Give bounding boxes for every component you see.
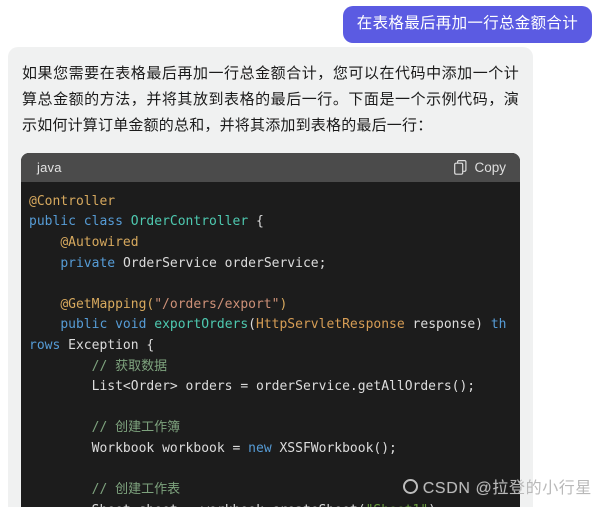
code-line: private OrderService orderService;	[21, 254, 520, 275]
code-token: "/orders/export"	[154, 296, 280, 312]
code-token: private	[60, 255, 123, 271]
code-block-header: java Copy	[21, 152, 520, 182]
code-token: // 创建工作簿	[91, 420, 181, 436]
code-line: // 创建工作表	[21, 480, 520, 501]
code-token: )	[475, 317, 491, 333]
code-token: (	[248, 317, 256, 333]
copy-code-button[interactable]: Copy	[454, 159, 506, 175]
code-line: public void exportOrders(HttpServletResp…	[21, 315, 520, 356]
code-token: exportOrders	[154, 317, 249, 333]
code-token: XSSFWorkbook();	[279, 440, 397, 456]
code-token: )	[279, 296, 288, 312]
code-token: );	[428, 503, 444, 507]
code-token: OrderService orderService;	[122, 255, 327, 271]
code-line: @GetMapping("/orders/export")	[21, 295, 520, 316]
code-token: List<Order> orders = orderService.getAll…	[29, 379, 476, 395]
code-token: OrderController	[130, 214, 249, 230]
code-line: Sheet sheet = workbook.createSheet("Shee…	[21, 501, 520, 507]
code-token: public	[29, 214, 84, 230]
code-token: {	[248, 214, 264, 230]
code-block: java Copy @Controller public class OrderC…	[21, 152, 520, 507]
code-content[interactable]: @Controller public class OrderController …	[21, 181, 520, 507]
copy-pages-icon	[454, 159, 468, 175]
chat-page: 在表格最后再加一行总金额合计 如果您需要在表格最后再加一行总金额合计，您可以在代…	[0, 0, 601, 507]
code-line: Workbook workbook = new XSSFWorkbook();	[21, 439, 520, 460]
assistant-message-row: 如果您需要在表格最后再加一行总金额合计，您可以在代码中添加一个计算总金额的方法，…	[0, 43, 601, 507]
code-token: void	[115, 317, 155, 333]
code-line: List<Order> orders = orderService.getAll…	[21, 377, 520, 398]
code-token: @Controller	[29, 193, 116, 209]
user-message-row: 在表格最后再加一行总金额合计	[0, 0, 601, 43]
code-token: Workbook workbook =	[29, 440, 249, 456]
code-token: new	[248, 440, 280, 456]
code-line: // 获取数据	[21, 357, 520, 378]
code-token: HttpServletResponse	[256, 317, 405, 333]
code-token: // 创建工作表	[91, 482, 181, 498]
code-token: // 获取数据	[91, 358, 168, 374]
code-line: // 创建工作簿	[21, 418, 520, 439]
copy-code-label: Copy	[474, 159, 506, 175]
code-token: "Sheet1"	[366, 503, 429, 507]
code-token: response	[404, 317, 476, 333]
code-token: @GetMapping(	[60, 296, 155, 312]
code-token: Sheet sheet = workbook.createSheet(	[29, 503, 366, 507]
assistant-message-text: 如果您需要在表格最后再加一行总金额合计，您可以在代码中添加一个计算总金额的方法，…	[22, 64, 519, 134]
code-token: public	[60, 317, 116, 333]
code-token: Exception {	[68, 337, 155, 353]
code-token: @Autowired	[60, 235, 139, 250]
code-token: class	[83, 214, 131, 230]
assistant-message-bubble: 如果您需要在表格最后再加一行总金额合计，您可以在代码中添加一个计算总金额的方法，…	[8, 46, 533, 507]
user-message-bubble: 在表格最后再加一行总金额合计	[342, 6, 592, 43]
code-line: public class OrderController {	[21, 212, 520, 233]
code-line: @Controller	[21, 192, 520, 213]
code-line: @Autowired	[21, 233, 520, 254]
code-language-label: java	[37, 159, 62, 175]
